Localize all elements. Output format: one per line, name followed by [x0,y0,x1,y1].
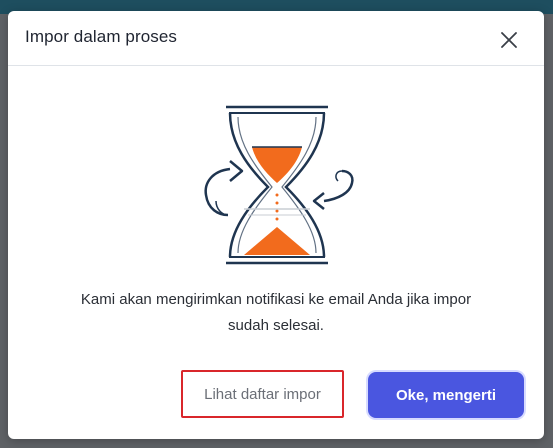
message-line-2: sudah selesai. [228,317,324,334]
modal-title: Impor dalam proses [25,27,178,46]
ok-understood-button[interactable]: Oke, mengerti [368,372,524,418]
view-import-list-button[interactable]: Lihat daftar impor [181,370,344,418]
close-icon [501,32,517,48]
close-button[interactable] [494,25,524,55]
hourglass-icon [204,105,354,265]
import-progress-modal: Impor dalam proses Kami akan mengirimkan… [8,11,544,439]
message-line-1: Kami akan mengirimkan notifikasi ke emai… [80,291,472,308]
modal-header: Impor dalam proses [8,11,544,66]
background-content-left [0,92,6,104]
modal-message: Kami akan mengirimkan notifikasi ke emai… [28,287,524,339]
